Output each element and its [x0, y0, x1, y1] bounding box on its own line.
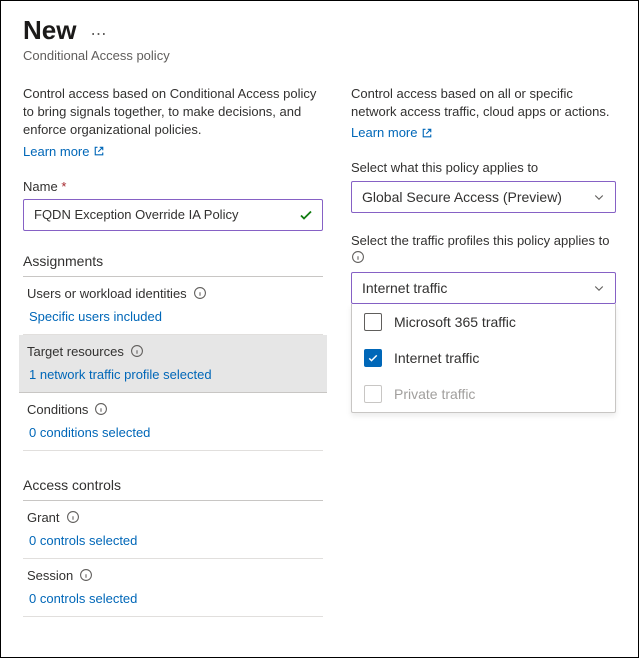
- grant-label: Grant: [27, 510, 60, 525]
- applies-to-dropdown[interactable]: Global Secure Access (Preview): [351, 181, 616, 213]
- conditions-label: Conditions: [27, 402, 88, 417]
- option-label: Internet traffic: [394, 350, 479, 366]
- info-icon[interactable]: [351, 250, 365, 264]
- option-label: Private traffic: [394, 386, 475, 402]
- chevron-down-icon: [593, 282, 605, 294]
- users-item-head: Users or workload identities: [27, 286, 319, 301]
- traffic-profiles-value: Internet traffic: [362, 280, 447, 296]
- checkbox-checked-icon: [364, 349, 382, 367]
- policy-form-panel: New ⋯ Conditional Access policy Control …: [0, 0, 639, 658]
- conditions-value-link[interactable]: 0 conditions selected: [27, 425, 319, 440]
- columns: Control access based on Conditional Acce…: [23, 85, 616, 617]
- external-link-icon: [93, 145, 105, 157]
- target-value-link[interactable]: 1 network traffic profile selected: [27, 367, 319, 382]
- page-subtitle: Conditional Access policy: [23, 48, 616, 63]
- target-label: Target resources: [27, 344, 124, 359]
- option-m365-traffic[interactable]: Microsoft 365 traffic: [352, 304, 615, 340]
- name-field-label: Name *: [23, 179, 323, 194]
- traffic-profiles-options: Microsoft 365 traffic Internet traffic P…: [351, 304, 616, 413]
- required-asterisk: *: [61, 179, 66, 194]
- session-item-head: Session: [27, 568, 319, 583]
- left-learn-more-link[interactable]: Learn more: [23, 144, 105, 159]
- info-icon[interactable]: [79, 568, 93, 582]
- name-input-wrap[interactable]: [23, 199, 323, 231]
- traffic-profiles-dropdown[interactable]: Internet traffic: [351, 272, 616, 304]
- external-link-icon: [421, 127, 433, 139]
- grant-item[interactable]: Grant 0 controls selected: [23, 501, 323, 559]
- checkbox-disabled-icon: [364, 385, 382, 403]
- profiles-label: Select the traffic profiles this policy …: [351, 233, 616, 248]
- session-label: Session: [27, 568, 73, 583]
- checkbox-unchecked-icon: [364, 313, 382, 331]
- option-label: Microsoft 365 traffic: [394, 314, 516, 330]
- conditions-item[interactable]: Conditions 0 conditions selected: [23, 393, 323, 451]
- users-item[interactable]: Users or workload identities Specific us…: [23, 277, 323, 335]
- applies-to-label: Select what this policy applies to: [351, 160, 616, 175]
- right-column: Control access based on all or specific …: [351, 85, 616, 617]
- learn-more-label: Learn more: [351, 125, 417, 140]
- left-intro-text: Control access based on Conditional Acce…: [23, 85, 323, 140]
- grant-value-link[interactable]: 0 controls selected: [27, 533, 319, 548]
- name-label-text: Name: [23, 179, 58, 194]
- chevron-down-icon: [593, 191, 605, 203]
- name-input[interactable]: [32, 206, 298, 223]
- users-label: Users or workload identities: [27, 286, 187, 301]
- assignments-heading: Assignments: [23, 253, 323, 277]
- page-title: New: [23, 15, 76, 46]
- session-item[interactable]: Session 0 controls selected: [23, 559, 323, 617]
- conditions-item-head: Conditions: [27, 402, 319, 417]
- grant-item-head: Grant: [27, 510, 319, 525]
- info-icon[interactable]: [66, 510, 80, 524]
- target-item-head: Target resources: [27, 344, 319, 359]
- more-actions-button[interactable]: ⋯: [90, 24, 108, 44]
- session-value-link[interactable]: 0 controls selected: [27, 591, 319, 606]
- info-icon[interactable]: [130, 344, 144, 358]
- header: New ⋯: [23, 15, 616, 48]
- learn-more-label: Learn more: [23, 144, 89, 159]
- valid-check-icon: [298, 207, 314, 223]
- option-internet-traffic[interactable]: Internet traffic: [352, 340, 615, 376]
- option-private-traffic: Private traffic: [352, 376, 615, 412]
- applies-to-value: Global Secure Access (Preview): [362, 189, 562, 205]
- right-learn-more-link[interactable]: Learn more: [351, 125, 433, 140]
- right-intro-text: Control access based on all or specific …: [351, 85, 616, 121]
- users-value-link[interactable]: Specific users included: [27, 309, 319, 324]
- info-icon[interactable]: [193, 286, 207, 300]
- left-column: Control access based on Conditional Acce…: [23, 85, 323, 617]
- info-icon[interactable]: [94, 402, 108, 416]
- access-controls-heading: Access controls: [23, 477, 323, 501]
- target-resources-item[interactable]: Target resources 1 network traffic profi…: [19, 335, 327, 393]
